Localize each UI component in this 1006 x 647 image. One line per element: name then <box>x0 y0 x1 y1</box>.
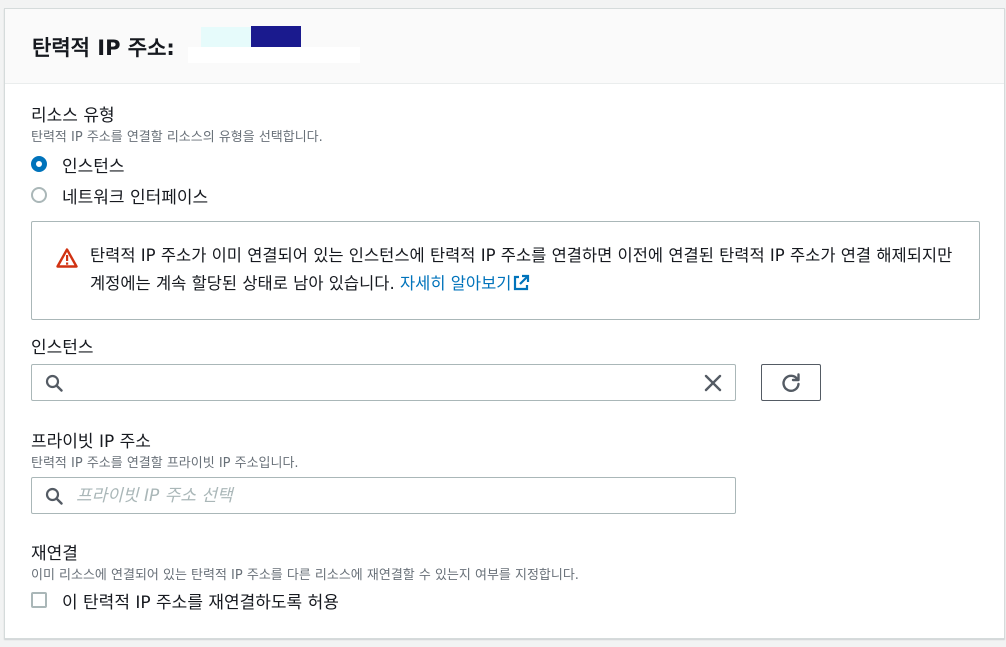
external-link-icon <box>514 274 530 291</box>
search-icon <box>45 374 63 392</box>
refresh-button[interactable] <box>761 364 821 401</box>
redacted-ip-block <box>201 27 251 47</box>
private-ip-select[interactable] <box>31 477 736 514</box>
instance-search-input[interactable] <box>76 369 676 396</box>
redacted-ip-block <box>188 47 360 63</box>
close-icon[interactable] <box>704 374 722 392</box>
allow-reassociation-checkbox[interactable] <box>31 592 47 608</box>
warning-icon <box>56 248 78 268</box>
private-ip-label: 프라이빗 IP 주소 <box>31 432 151 452</box>
reassociation-description: 이미 리소스에 연결되어 있는 탄력적 IP 주소를 다른 리소스에 재연결할 … <box>31 568 579 583</box>
redacted-ip-block <box>251 26 301 47</box>
radio-label-instance: 인스턴스 <box>62 156 125 177</box>
search-icon <box>45 487 63 505</box>
radio-option-network-interface[interactable]: 네트워크 인터페이스 <box>31 183 209 208</box>
radio-button[interactable] <box>31 187 47 203</box>
private-ip-input[interactable] <box>76 482 676 509</box>
info-alert: 탄력적 IP 주소가 이미 연결되어 있는 인스턴스에 탄력적 IP 주소를 연… <box>31 221 980 320</box>
panel-header: 탄력적 IP 주소: <box>5 9 1004 84</box>
radio-button-selected[interactable] <box>31 156 47 172</box>
resource-type-label: 리소스 유형 <box>31 106 115 126</box>
refresh-icon <box>782 373 800 392</box>
alert-message: 탄력적 IP 주소가 이미 연결되어 있는 인스턴스에 탄력적 IP 주소를 연… <box>90 242 954 298</box>
learn-more-link[interactable]: 자세히 알아보기 <box>400 274 531 293</box>
learn-more-label: 자세히 알아보기 <box>399 274 512 293</box>
allow-reassociation-label: 이 탄력적 IP 주소를 재연결하도록 허용 <box>62 592 339 613</box>
resource-type-description: 탄력적 IP 주소를 연결할 리소스의 유형을 선택합니다. <box>31 130 323 145</box>
radio-label-network-interface: 네트워크 인터페이스 <box>62 187 209 208</box>
reassociation-label: 재연결 <box>31 544 78 564</box>
instance-label: 인스턴스 <box>31 338 94 358</box>
radio-option-instance[interactable]: 인스턴스 <box>31 152 125 177</box>
private-ip-description: 탄력적 IP 주소를 연결할 프라이빗 IP 주소입니다. <box>31 456 299 471</box>
associate-eip-panel: 탄력적 IP 주소: 리소스 유형 탄력적 IP 주소를 연결할 리소스의 유형… <box>4 8 1005 639</box>
instance-search-field[interactable] <box>31 364 736 401</box>
allow-reassociation-option[interactable]: 이 탄력적 IP 주소를 재연결하도록 허용 <box>31 588 339 613</box>
page-title: 탄력적 IP 주소: <box>32 36 175 60</box>
